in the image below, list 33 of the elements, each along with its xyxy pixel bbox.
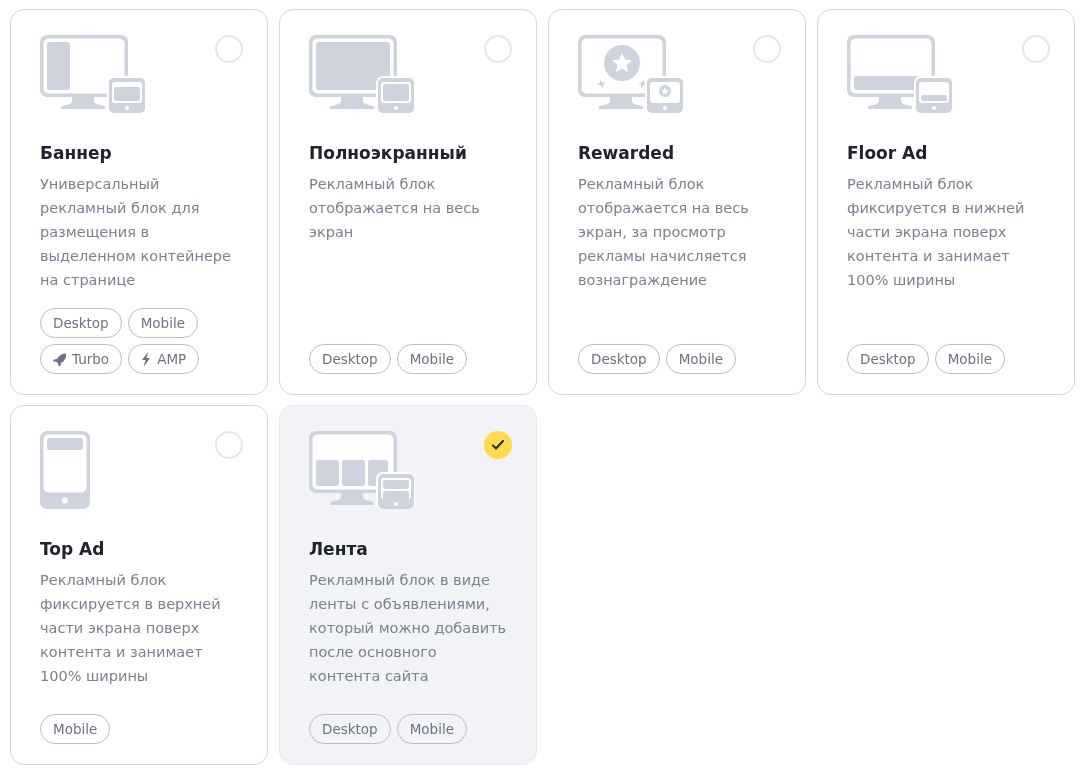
desktop-and-phone-star-icon	[578, 35, 684, 113]
select-radio[interactable]	[1022, 35, 1050, 63]
desktop-and-phone-tiles-icon	[309, 431, 415, 509]
ad-format-card[interactable]: Rewarded Рекламный блок отображается на весь экран, за просмотр рекламы начисляется вознаграждение Desktop Mobile	[548, 9, 806, 395]
card-description: Универсальный рекламный блок для размещения в выделенном контейнере на странице	[40, 175, 232, 290]
select-radio[interactable]	[484, 431, 512, 459]
card-title: Top Ad	[40, 538, 106, 561]
select-radio[interactable]	[215, 431, 243, 459]
card-description: Рекламный блок фиксируется в верхней части экрана поверх контента и занимает 100% ширины	[40, 571, 222, 686]
lightning-icon	[141, 351, 152, 367]
card-description: Рекламный блок отображается на весь экран, за просмотр рекламы начисляется вознаграждение	[578, 175, 750, 290]
ad-format-card[interactable]: Лента Рекламный блок в виде ленты с объявлениями, который можно добавить после основного контента сайта Desktop Mobile	[279, 405, 537, 765]
ad-format-card[interactable]: Floor Ad Рекламный блок фиксируется в нижней части экрана поверх контента и занимает 100% ширины Desktop Mobile	[817, 9, 1075, 395]
card-description: Рекламный блок в виде ленты с объявлениями, который можно добавить после основного контента сайта	[309, 571, 508, 686]
ad-format-card[interactable]: Полноэкранный Рекламный блок отображается на весь экран Desktop Mobile	[279, 9, 537, 395]
desktop-and-phone-banner-icon	[40, 35, 146, 113]
phone-top-bar-icon	[40, 431, 92, 509]
ad-format-card[interactable]: Баннер Универсальный рекламный блок для размещения в выделенном контейнере на странице Desktop Mobile Turbo AMP	[10, 9, 268, 395]
desktop-and-phone-bottom-bar-icon	[847, 35, 953, 113]
select-radio[interactable]	[215, 35, 243, 63]
select-radio[interactable]	[753, 35, 781, 63]
card-title: Полноэкранный	[309, 142, 468, 165]
ad-format-card[interactable]: Top Ad Рекламный блок фиксируется в верхней части экрана поверх контента и занимает 100% ширины Mobile	[10, 405, 268, 765]
card-description: Рекламный блок отображается на весь экран	[309, 175, 481, 242]
card-title: Баннер	[40, 142, 113, 165]
desktop-and-phone-fullscreen-icon	[309, 35, 415, 113]
select-radio[interactable]	[484, 35, 512, 63]
checkmark-icon	[492, 440, 504, 450]
card-description: Рекламный блок фиксируется в нижней части экрана поверх контента и занимает 100% ширины	[847, 175, 1026, 290]
rocket-icon	[53, 352, 66, 366]
card-title: Лента	[309, 538, 369, 561]
card-title: Floor Ad	[847, 142, 929, 165]
card-title: Rewarded	[578, 142, 676, 165]
